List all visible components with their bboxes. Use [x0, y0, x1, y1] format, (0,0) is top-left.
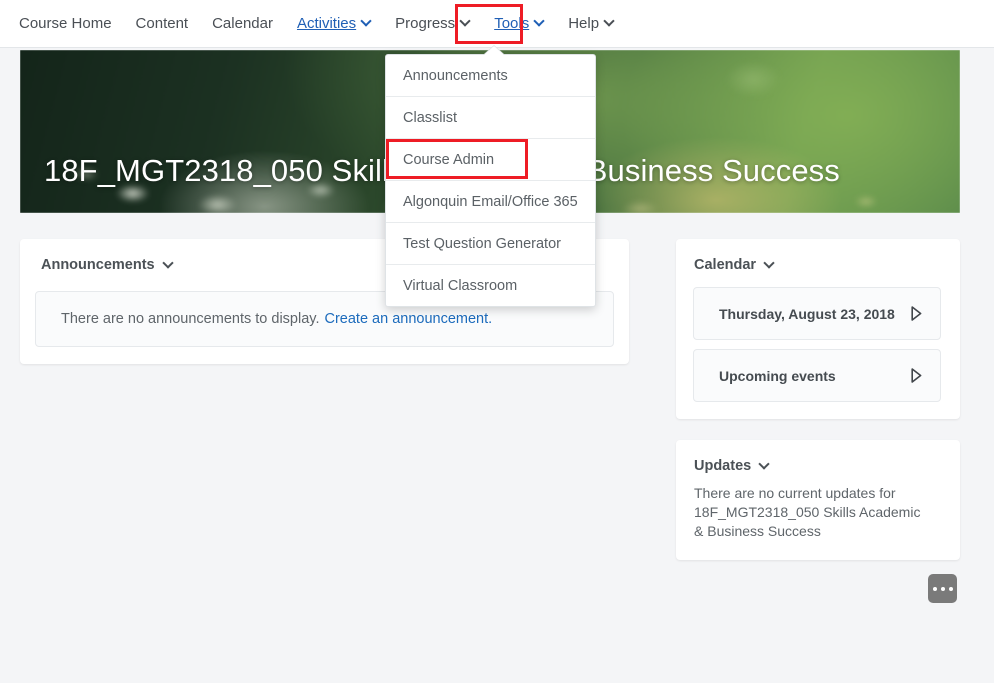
- menu-item-classlist[interactable]: Classlist: [386, 97, 595, 139]
- nav-item-label: Calendar: [212, 15, 273, 32]
- calendar-row-label: Thursday, August 23, 2018: [719, 306, 895, 322]
- chevron-down-icon: [760, 460, 770, 470]
- tools-dropdown-menu[interactable]: Announcements Classlist Course Admin Alg…: [385, 54, 596, 307]
- announcements-empty-text: There are no announcements to display.: [61, 311, 319, 327]
- nav-item-label: Course Home: [19, 15, 112, 32]
- menu-item-label: Course Admin: [403, 152, 494, 168]
- nav-item-label: Content: [136, 15, 189, 32]
- calendar-row-today[interactable]: Thursday, August 23, 2018: [693, 287, 941, 340]
- updates-heading: Updates: [694, 458, 751, 474]
- play-triangle-icon[interactable]: [911, 368, 922, 383]
- menu-item-label: Announcements: [403, 68, 508, 84]
- nav-item-tools[interactable]: Tools: [493, 12, 545, 35]
- chevron-down-icon: [765, 259, 775, 269]
- chevron-down-icon: [605, 17, 614, 26]
- ellipsis-dot-icon: [933, 587, 937, 591]
- nav-item-label: Activities: [297, 15, 356, 32]
- calendar-row-label: Upcoming events: [719, 368, 836, 384]
- chevron-down-icon: [164, 259, 174, 269]
- nav-item-content[interactable]: Content: [135, 12, 190, 35]
- nav-item-course-home[interactable]: Course Home: [18, 12, 113, 35]
- calendar-widget-header[interactable]: Calendar: [694, 257, 942, 273]
- menu-item-label: Test Question Generator: [403, 236, 561, 252]
- announcements-heading: Announcements: [41, 257, 155, 273]
- menu-item-label: Classlist: [403, 110, 457, 126]
- menu-item-algonquin-email-office-365[interactable]: Algonquin Email/Office 365: [386, 181, 595, 223]
- ellipsis-dot-icon: [949, 587, 953, 591]
- calendar-row-upcoming-events[interactable]: Upcoming events: [693, 349, 941, 402]
- play-triangle-icon[interactable]: [911, 306, 922, 321]
- calendar-heading: Calendar: [694, 257, 756, 273]
- menu-item-label: Algonquin Email/Office 365: [403, 194, 578, 210]
- nav-item-label: Help: [568, 15, 599, 32]
- menu-item-test-question-generator[interactable]: Test Question Generator: [386, 223, 595, 265]
- nav-item-help[interactable]: Help: [567, 12, 615, 35]
- chevron-down-icon: [461, 17, 470, 26]
- nav-item-label: Progress: [395, 15, 455, 32]
- create-announcement-link[interactable]: Create an announcement.: [324, 311, 492, 327]
- menu-item-label: Virtual Classroom: [403, 278, 517, 294]
- updates-widget: Updates There are no current updates for…: [676, 440, 960, 560]
- calendar-widget: Calendar Thursday, August 23, 2018 Upcom…: [676, 239, 960, 419]
- menu-item-announcements[interactable]: Announcements: [386, 55, 595, 97]
- menu-item-course-admin[interactable]: Course Admin: [386, 139, 595, 181]
- more-options-button[interactable]: [928, 574, 957, 603]
- chevron-down-icon: [535, 17, 544, 26]
- chevron-down-icon: [362, 17, 371, 26]
- nav-item-calendar[interactable]: Calendar: [211, 12, 274, 35]
- menu-item-virtual-classroom[interactable]: Virtual Classroom: [386, 265, 595, 306]
- updates-widget-header[interactable]: Updates: [694, 458, 942, 474]
- nav-item-label: Tools: [494, 15, 529, 32]
- updates-empty-text: There are no current updates for 18F_MGT…: [694, 484, 932, 541]
- course-navbar: Course Home Content Calendar Activities …: [0, 0, 994, 48]
- nav-item-progress[interactable]: Progress: [394, 12, 471, 35]
- nav-item-activities[interactable]: Activities: [296, 12, 372, 35]
- ellipsis-dot-icon: [941, 587, 945, 591]
